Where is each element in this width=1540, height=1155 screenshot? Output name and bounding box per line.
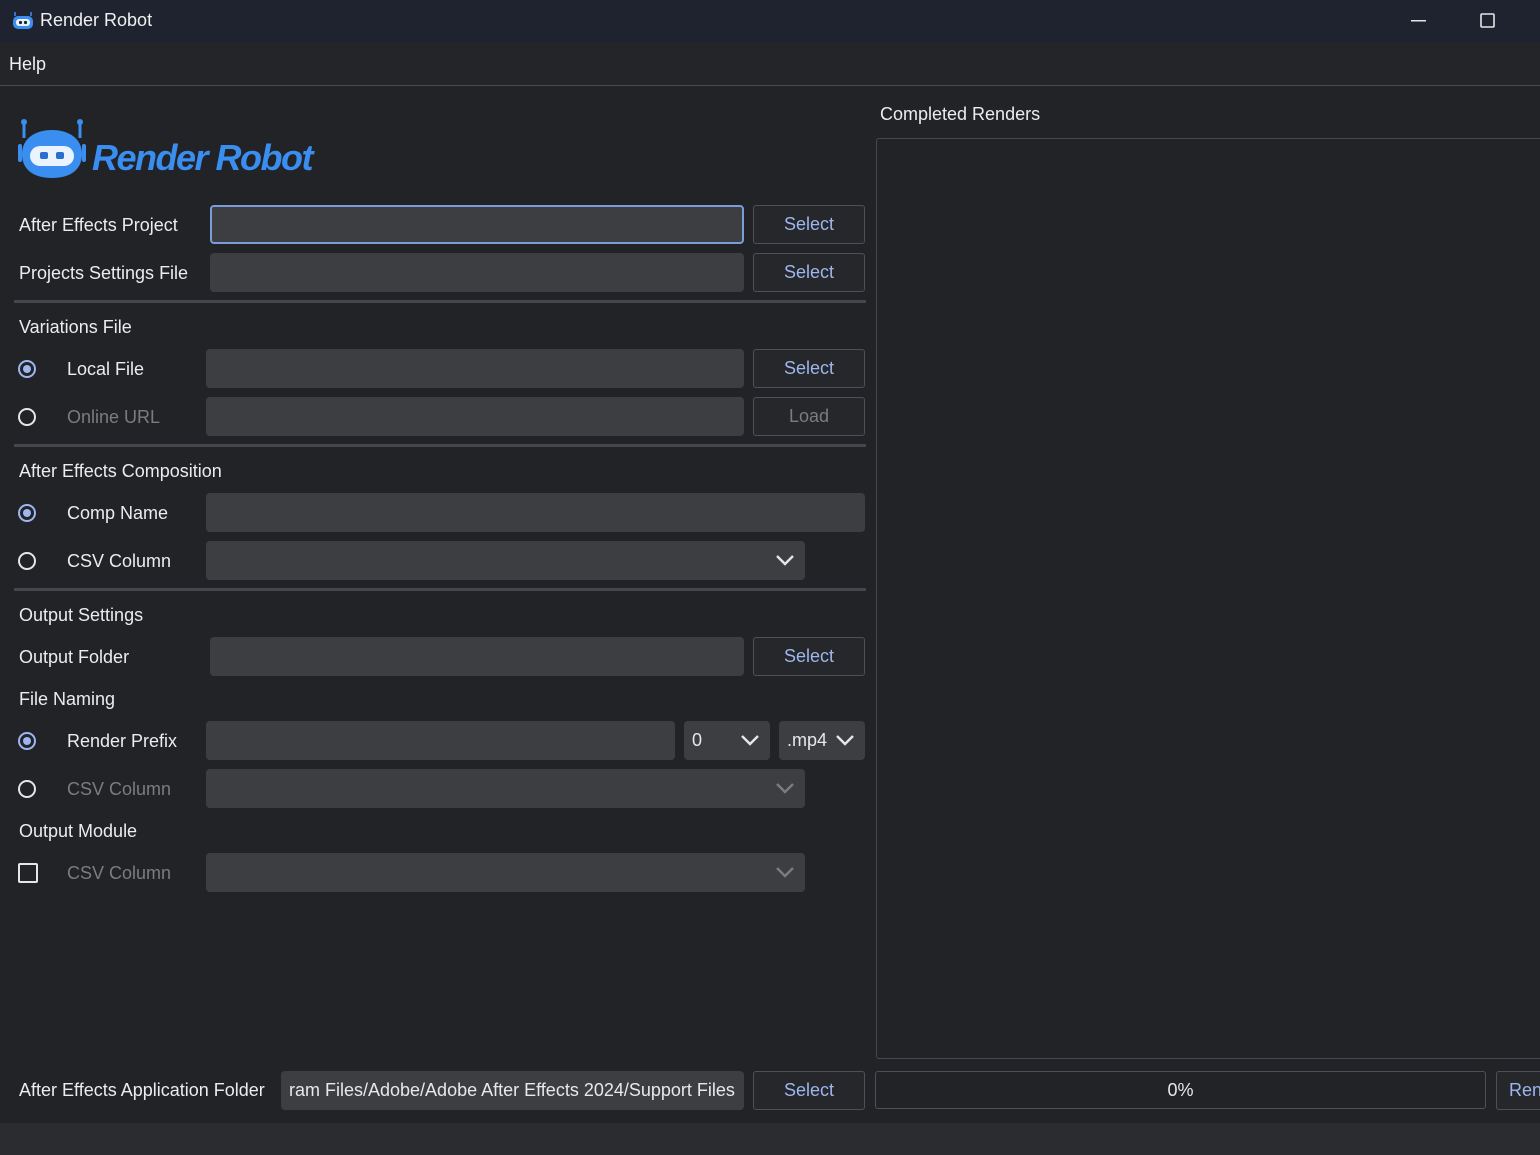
chevron-down-icon (776, 783, 794, 794)
output-module-checkbox[interactable] (18, 863, 38, 883)
window-title: Render Robot (40, 10, 153, 30)
robot-icon (13, 12, 33, 29)
output-folder-select-button[interactable]: Select (753, 637, 865, 676)
render-prefix-radio[interactable] (18, 732, 36, 750)
naming-csv-column-dropdown[interactable] (206, 769, 805, 808)
ae-app-folder-select-button[interactable]: Select (753, 1071, 865, 1110)
comp-name-field[interactable] (206, 493, 865, 532)
output-heading: Output Settings (19, 605, 144, 625)
output-folder-field[interactable] (210, 637, 744, 676)
separator (14, 588, 866, 591)
separator (14, 300, 866, 303)
render-prefix-input[interactable] (206, 721, 675, 760)
local-file-select-button[interactable]: Select (753, 349, 865, 388)
extension-value: .mp4 (787, 730, 828, 750)
output-folder-label: Output Folder (19, 647, 130, 667)
composition-heading: After Effects Composition (19, 461, 222, 481)
ae-project-field[interactable] (210, 205, 744, 244)
chevron-down-icon (776, 555, 794, 566)
ae-app-folder-field[interactable] (281, 1071, 744, 1110)
minimize-button[interactable] (1385, 0, 1451, 42)
completed-renders-heading: Completed Renders (880, 104, 1041, 124)
chevron-down-icon (741, 735, 759, 746)
padding-dropdown[interactable]: 0 (684, 721, 770, 760)
chevron-down-icon (776, 867, 794, 878)
comp-name-input[interactable] (206, 493, 865, 532)
local-file-field[interactable] (206, 349, 744, 388)
ae-project-label: After Effects Project (19, 215, 178, 235)
extension-dropdown[interactable]: .mp4 (779, 721, 865, 760)
padding-value: 0 (692, 730, 703, 750)
project-settings-field[interactable] (210, 253, 744, 292)
module-csv-column-dropdown[interactable] (206, 853, 805, 892)
ae-project-select-button[interactable]: Select (753, 205, 865, 244)
online-url-label: Online URL (67, 407, 161, 427)
minimize-icon (1411, 20, 1426, 22)
comp-csv-column-dropdown[interactable] (206, 541, 805, 580)
comp-name-label: Comp Name (67, 503, 169, 523)
render-progress-bar: 0% (875, 1071, 1486, 1109)
render-prefix-label: Render Prefix (67, 731, 178, 751)
local-file-label: Local File (67, 359, 145, 379)
logo-text: Render Robot (92, 137, 314, 178)
menu-bar: Help (0, 42, 1540, 86)
naming-csv-column-label: CSV Column (67, 779, 172, 799)
output-module-heading: Output Module (19, 821, 138, 841)
chevron-down-icon (836, 735, 854, 746)
maximize-icon (1480, 13, 1495, 28)
title-bar: Render Robot (0, 0, 1540, 42)
comp-csv-column-radio[interactable] (18, 552, 36, 570)
online-url-input[interactable] (206, 397, 744, 436)
variations-heading: Variations File (19, 317, 132, 337)
project-settings-input[interactable] (210, 253, 744, 292)
render-button[interactable]: Ren (1496, 1071, 1540, 1110)
project-settings-label: Projects Settings File (19, 263, 189, 283)
comp-name-radio[interactable] (18, 504, 36, 522)
online-url-field[interactable] (206, 397, 744, 436)
status-bar (0, 1123, 1540, 1155)
progress-text: 0% (1167, 1079, 1194, 1100)
completed-renders-list[interactable] (876, 138, 1540, 1059)
output-folder-input[interactable] (210, 637, 744, 676)
local-file-input[interactable] (206, 349, 744, 388)
logo-robot-icon (18, 119, 86, 178)
ae-app-folder-input[interactable] (281, 1071, 744, 1110)
module-csv-column-label: CSV Column (67, 863, 172, 883)
online-url-load-button[interactable]: Load (753, 397, 865, 436)
local-file-radio[interactable] (18, 360, 36, 378)
project-settings-select-button[interactable]: Select (753, 253, 865, 292)
online-url-radio[interactable] (18, 408, 36, 426)
menu-help[interactable]: Help (9, 54, 46, 75)
file-naming-heading: File Naming (19, 689, 116, 709)
maximize-button[interactable] (1454, 0, 1520, 42)
comp-csv-column-label: CSV Column (67, 551, 172, 571)
ae-app-folder-label: After Effects Application Folder (19, 1080, 265, 1100)
ae-project-input[interactable] (212, 207, 742, 242)
render-prefix-field[interactable] (206, 721, 675, 760)
naming-csv-column-radio[interactable] (18, 780, 36, 798)
separator (14, 444, 866, 447)
